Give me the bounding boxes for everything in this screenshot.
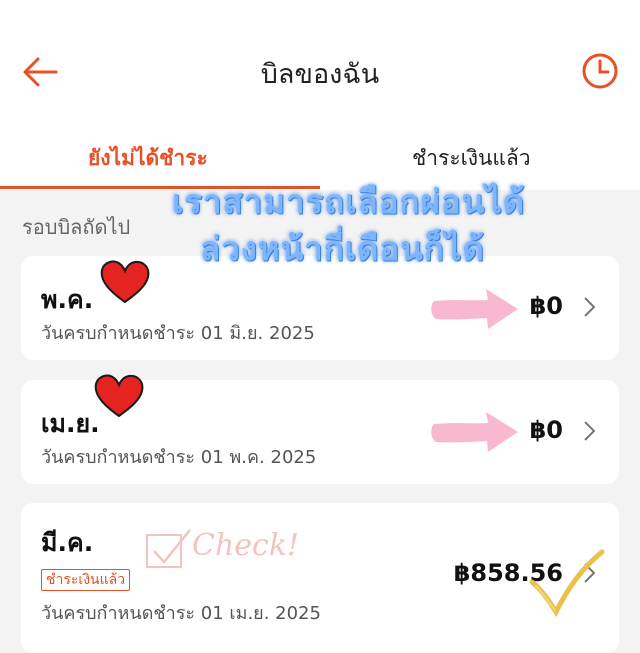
bill-amount: ฿0 [529,416,563,444]
yellow-checkmark-icon [529,549,605,618]
bill-amount: ฿0 [529,292,563,320]
chevron-right-icon [584,297,596,317]
clock-icon[interactable] [580,51,620,91]
bill-month: เม.ย. [41,409,100,438]
chevron-right-icon [584,421,596,441]
tab-paid[interactable]: ชำระเงินแล้ว [412,142,531,175]
status-badge: ชำระเงินแล้ว [41,569,131,591]
bill-due-date: วันครบกำหนดชำระ 01 มิ.ย. 2025 [41,323,315,344]
tab-unpaid[interactable]: ยังไม่ได้ชำระ [88,142,208,175]
heart-sticker-icon [94,374,144,418]
check-annotation: Check! [192,528,300,563]
bill-month: มี.ค. [41,528,94,557]
bill-due-date: วันครบกำหนดชำระ 01 เม.ย. 2025 [41,603,321,624]
pink-arrow-icon [431,289,518,329]
page-title: บิลของฉัน [260,59,380,90]
checkbox-sketch-icon [146,529,191,568]
section-label: รอบบิลถัดไป [22,215,131,239]
bill-due-date: วันครบกำหนดชำระ 01 พ.ค. 2025 [41,447,317,468]
pink-arrow-icon [431,412,518,452]
heart-sticker-icon [100,260,150,304]
bill-month: พ.ค. [41,285,94,314]
annotation-overlay-line-1: เราสามารถเลือกผ่อนได้ [171,181,526,222]
annotation-overlay-line-2: ล่วงหน้ากี่เดือนก็ได้ [199,228,485,269]
